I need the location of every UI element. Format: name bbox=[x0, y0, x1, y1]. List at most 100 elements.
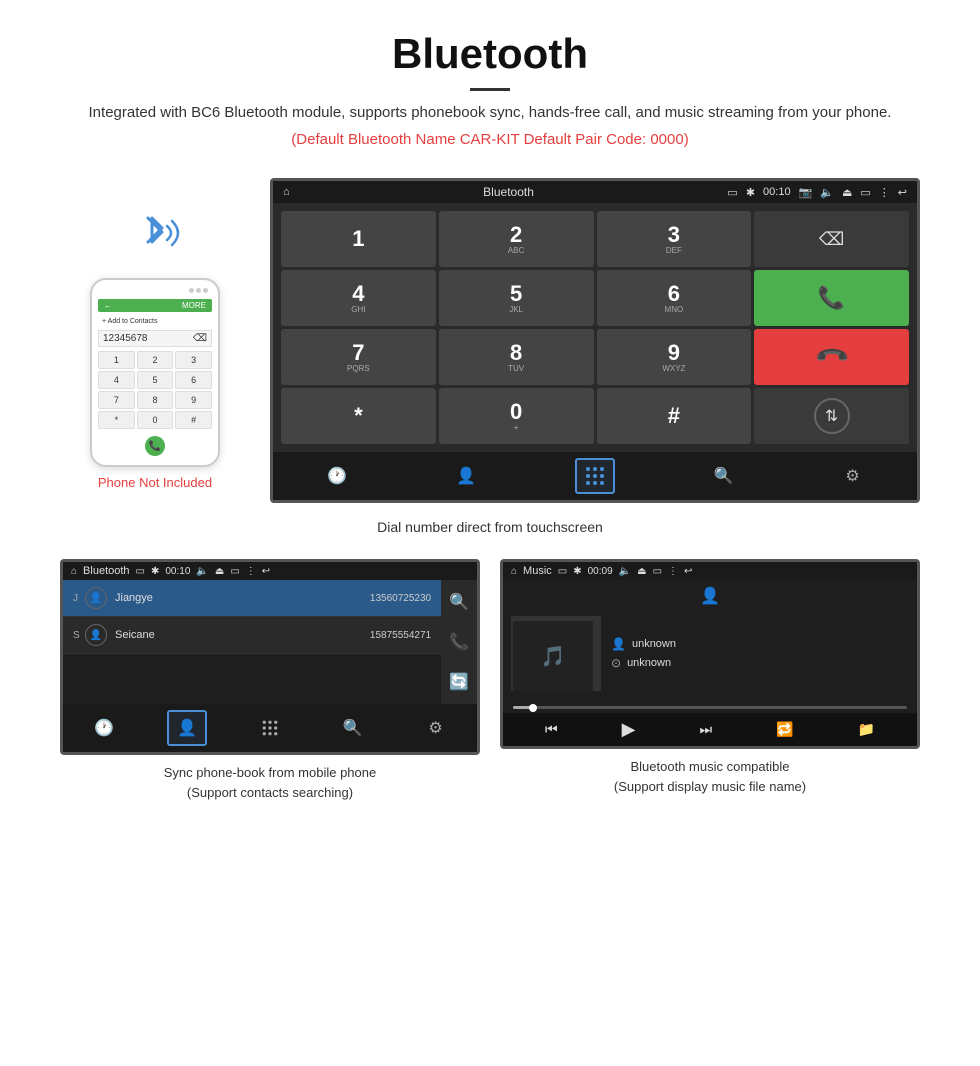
title-divider bbox=[470, 88, 510, 91]
phone-call-button[interactable]: 📞 bbox=[145, 436, 165, 456]
artist1-icon: 👤 bbox=[611, 637, 626, 651]
pb-home-icon: ⌂ bbox=[71, 566, 77, 577]
phone-key-9[interactable]: 9 bbox=[175, 391, 212, 409]
contact-number-jiangye: 13560725230 bbox=[370, 593, 431, 604]
contact-row-jiangye[interactable]: J 👤 Jiangye 13560725230 bbox=[63, 580, 441, 617]
dial-key-star[interactable]: * bbox=[281, 388, 436, 444]
page-title: Bluetooth bbox=[60, 30, 920, 78]
ms-eject-icon: ⏏ bbox=[637, 566, 646, 577]
contact-letter-s: S bbox=[73, 630, 85, 641]
repeat-button[interactable]: 🔁 bbox=[776, 721, 793, 738]
pb-refresh-side-icon[interactable]: 🔄 bbox=[449, 672, 469, 692]
contact-row-seicane[interactable]: S 👤 Seicane 15875554271 bbox=[63, 617, 441, 654]
next-button[interactable]: ⏭ bbox=[699, 721, 712, 738]
dial-key-3[interactable]: 3 DEF bbox=[597, 211, 752, 267]
dial-key-9[interactable]: 9 WXYZ bbox=[597, 329, 752, 385]
call-button[interactable]: 📞 bbox=[754, 270, 909, 326]
pb-nav-contacts[interactable]: 👤 bbox=[167, 710, 207, 746]
pb-search-side-icon[interactable]: 🔍 bbox=[449, 592, 469, 612]
pb-nav-clock[interactable]: 🕐 bbox=[84, 710, 124, 746]
pb-call-side-icon[interactable]: 📞 bbox=[449, 632, 469, 652]
album-front: 🎵 bbox=[513, 621, 593, 691]
phone-key-5[interactable]: 5 bbox=[137, 371, 174, 389]
nav-search-icon[interactable]: 🔍 bbox=[704, 458, 744, 494]
phone-key-8[interactable]: 8 bbox=[137, 391, 174, 409]
phone-green-bar: ←MORE bbox=[98, 299, 212, 312]
phone-key-0[interactable]: 0 bbox=[137, 411, 174, 429]
ms-back-icon: ↩ bbox=[684, 566, 692, 577]
dial-key-hash[interactable]: # bbox=[597, 388, 752, 444]
end-call-button[interactable]: 📞 bbox=[754, 329, 909, 385]
volume-icon: 🔈 bbox=[820, 186, 834, 199]
menu-icon: ⋮ bbox=[879, 186, 890, 199]
dial-key-8[interactable]: 8 TUV bbox=[439, 329, 594, 385]
phone-mockup: ←MORE + Add to Contacts 12345678 ⌫ 1 2 3… bbox=[90, 278, 220, 467]
dial-key-7[interactable]: 7 PQRS bbox=[281, 329, 436, 385]
contact-name-seicane: Seicane bbox=[115, 629, 370, 641]
contact-list: J 👤 Jiangye 13560725230 S 👤 Seicane 1587… bbox=[63, 580, 441, 704]
contact-letter-j: J bbox=[73, 593, 85, 604]
play-button[interactable]: ▶ bbox=[622, 719, 636, 740]
image-icon: ▭ bbox=[727, 186, 737, 199]
music-user-icon: 👤 bbox=[700, 586, 720, 606]
pb-eject-icon: ⏏ bbox=[215, 566, 224, 577]
dial-key-1[interactable]: 1 bbox=[281, 211, 436, 267]
artist2-name: unknown bbox=[627, 657, 671, 669]
folder-button[interactable]: 📁 bbox=[858, 721, 875, 738]
music-header: ⌂ Music ▭ ✱ 00:09 🔈 ⏏ ▭ ⋮ ↩ bbox=[503, 562, 917, 580]
phone-key-2[interactable]: 2 bbox=[137, 351, 174, 369]
screen-header: ⌂ Bluetooth ▭ ✱ 00:10 📷 🔈 ⏏ ▭ ⋮ ↩ bbox=[273, 181, 917, 203]
phone-key-4[interactable]: 4 bbox=[98, 371, 135, 389]
home-icon: ⌂ bbox=[283, 186, 290, 198]
dial-key-5[interactable]: 5 JKL bbox=[439, 270, 594, 326]
nav-settings-icon[interactable]: ⚙ bbox=[833, 458, 873, 494]
music-controls: ⏮ ▶ ⏭ 🔁 📁 bbox=[503, 713, 917, 746]
phone-key-1[interactable]: 1 bbox=[98, 351, 135, 369]
phonebook-screen: ⌂ Bluetooth ▭ ✱ 00:10 🔈 ⏏ ▭ ⋮ ↩ J bbox=[60, 559, 480, 755]
dial-key-2[interactable]: 2 ABC bbox=[439, 211, 594, 267]
artist1-name: unknown bbox=[632, 638, 676, 650]
phone-key-hash[interactable]: # bbox=[175, 411, 212, 429]
phone-key-star[interactable]: * bbox=[98, 411, 135, 429]
nav-clock-icon[interactable]: 🕐 bbox=[317, 458, 357, 494]
ms-time: 00:09 bbox=[588, 566, 613, 577]
phone-bottom-bar: 📞 bbox=[98, 433, 212, 459]
phone-keypad: 1 2 3 4 5 6 7 8 9 * 0 # bbox=[98, 351, 212, 429]
music-screen: ⌂ Music ▭ ✱ 00:09 🔈 ⏏ ▭ ⋮ ↩ 👤 bbox=[500, 559, 920, 749]
contact-number-seicane: 15875554271 bbox=[370, 630, 431, 641]
pb-time: 00:10 bbox=[165, 566, 190, 577]
eject-icon: ⏏ bbox=[842, 186, 852, 199]
nav-contacts-icon[interactable]: 👤 bbox=[446, 458, 486, 494]
music-player-area: 🎵 👤 unknown ⊙ unknown bbox=[503, 608, 917, 704]
dial-key-6[interactable]: 6 MNO bbox=[597, 270, 752, 326]
phone-key-3[interactable]: 3 bbox=[175, 351, 212, 369]
contact-name-jiangye: Jiangye bbox=[115, 592, 370, 604]
nav-dialpad-icon[interactable] bbox=[575, 458, 615, 494]
pb-nav-dialpad[interactable] bbox=[250, 710, 290, 746]
description-text: Integrated with BC6 Bluetooth module, su… bbox=[60, 101, 920, 125]
transfer-button[interactable]: ⇅ bbox=[754, 388, 909, 444]
screen-icon2: ▭ bbox=[860, 186, 870, 199]
music-main-content: 👤 🎵 👤 bbox=[503, 580, 917, 713]
pb-screen-icon: ▭ bbox=[230, 566, 239, 577]
contact-avatar-s: 👤 bbox=[85, 624, 107, 646]
screen-bottom-nav: 🕐 👤 🔍 ⚙ bbox=[273, 452, 917, 500]
phone-not-included-label: Phone Not Included bbox=[98, 475, 212, 490]
bluetooth-icon: ✱ bbox=[746, 186, 755, 199]
dial-key-0[interactable]: 0 + bbox=[439, 388, 594, 444]
backspace-key[interactable]: ⌫ bbox=[754, 211, 909, 267]
music-info: 👤 unknown ⊙ unknown bbox=[611, 637, 909, 675]
phone-key-6[interactable]: 6 bbox=[175, 371, 212, 389]
prev-button[interactable]: ⏮ bbox=[545, 721, 558, 738]
page-wrapper: Bluetooth Integrated with BC6 Bluetooth … bbox=[0, 0, 980, 856]
phone-key-7[interactable]: 7 bbox=[98, 391, 135, 409]
pb-nav-settings[interactable]: ⚙ bbox=[416, 710, 456, 746]
pb-bt-icon: ✱ bbox=[151, 566, 159, 577]
dial-key-4[interactable]: 4 GHI bbox=[281, 270, 436, 326]
pb-nav-search[interactable]: 🔍 bbox=[333, 710, 373, 746]
ms-vol-icon: 🔈 bbox=[619, 566, 631, 577]
bluetooth-signal-icon bbox=[120, 198, 190, 268]
pb-bottom-nav: 🕐 👤 bbox=[63, 704, 477, 752]
dial-caption: Dial number direct from touchscreen bbox=[60, 519, 920, 535]
music-album-area: 🎵 bbox=[511, 616, 601, 696]
